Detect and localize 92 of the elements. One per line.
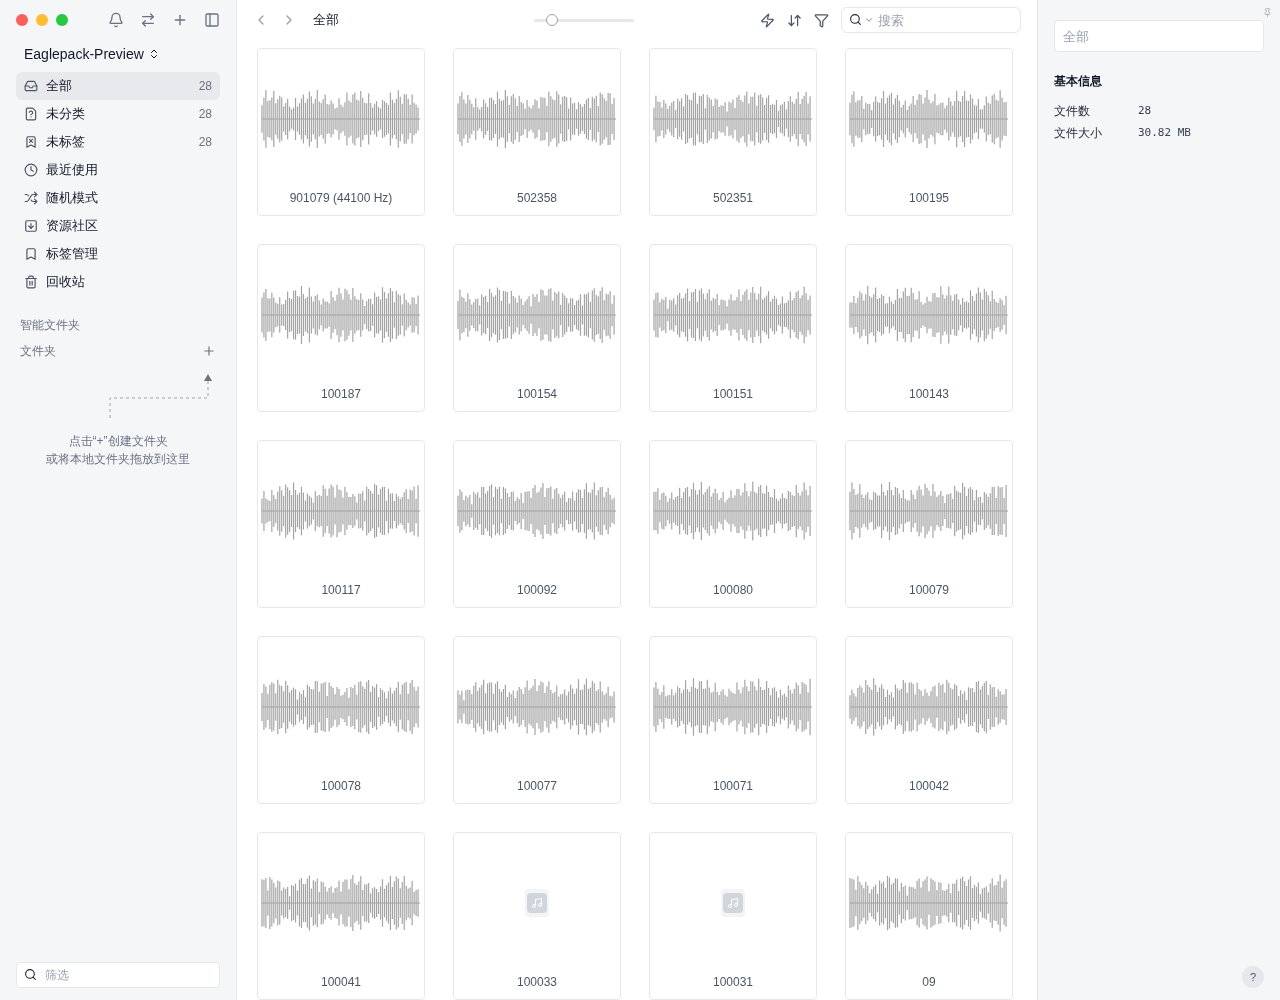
sort-icon[interactable] (787, 12, 802, 28)
info-label: 文件大小 (1054, 125, 1103, 142)
sidebar-item[interactable]: 未分类 28 (16, 100, 220, 128)
help-button[interactable]: ? (1242, 966, 1264, 988)
info-label: 文件数 (1054, 103, 1091, 120)
item-name: 09 (922, 974, 936, 991)
audio-item-card[interactable]: 100154 (453, 244, 621, 412)
bell-icon[interactable] (108, 12, 124, 28)
dashed-arrow-icon (108, 372, 212, 420)
item-name: 100154 (516, 386, 557, 403)
item-name: 100078 (320, 778, 361, 795)
sidebar-item[interactable]: 全部 28 (16, 72, 220, 100)
folder-hint-text: 或将本地文件夹拖放到这里 (46, 451, 190, 468)
audio-item-card[interactable]: 100195 (845, 48, 1013, 216)
shuffle-icon (24, 191, 38, 205)
folder-hint-text: 点击“+”创建文件夹 (68, 433, 168, 450)
pin-icon[interactable] (1263, 8, 1272, 17)
sidebar-item[interactable]: 回收站 (16, 268, 220, 296)
audio-item-card[interactable]: 502351 (649, 48, 817, 216)
item-name: 100195 (908, 190, 949, 207)
audio-item-card[interactable]: 100151 (649, 244, 817, 412)
audio-item-card[interactable]: 100071 (649, 636, 817, 804)
audio-item-card[interactable]: 100077 (453, 636, 621, 804)
item-name: 901079 (44100 Hz) (289, 190, 393, 207)
search-field[interactable]: 搜索 (841, 7, 1021, 33)
filter-field[interactable]: 筛选 (16, 962, 220, 988)
audio-item-card[interactable]: 100033 (453, 832, 621, 1000)
item-name: 100143 (908, 386, 949, 403)
minimize-window-icon[interactable] (36, 14, 48, 26)
item-count: 28 (198, 78, 212, 95)
add-folder-icon[interactable] (202, 344, 216, 358)
audio-item-card[interactable]: 100078 (257, 636, 425, 804)
item-name: 100151 (712, 386, 753, 403)
sidebar-item[interactable]: 最近使用 (16, 156, 220, 184)
search-icon (24, 968, 37, 981)
info-value: 30.82 MB (1138, 124, 1191, 141)
item-name: 100071 (712, 778, 753, 795)
item-name: 100041 (320, 974, 361, 991)
caret-icon (864, 15, 874, 25)
item-name: 100092 (516, 582, 557, 599)
section-heading: 基本信息 (1054, 73, 1103, 90)
item-name: 100187 (320, 386, 361, 403)
audio-item-card[interactable]: 100042 (845, 636, 1013, 804)
name-field[interactable]: 全部 (1054, 20, 1264, 52)
audio-item-card[interactable]: 100080 (649, 440, 817, 608)
library-switcher[interactable]: Eaglepack-Preview (16, 40, 168, 68)
item-name: 100031 (712, 974, 753, 991)
item-name: 100080 (712, 582, 753, 599)
audio-item-card[interactable]: 100041 (257, 832, 425, 1000)
section-heading[interactable]: 文件夹 (20, 342, 56, 360)
audio-item-card[interactable]: 100117 (257, 440, 425, 608)
info-value: 28 (1138, 102, 1152, 119)
audio-item-card[interactable]: 100092 (453, 440, 621, 608)
zoom-slider[interactable] (534, 14, 634, 26)
item-name: 100079 (908, 582, 949, 599)
audio-item-card[interactable]: 100187 (257, 244, 425, 412)
item-name: 502351 (712, 190, 753, 207)
trash-icon (24, 275, 38, 289)
audio-item-card[interactable]: 100031 (649, 832, 817, 1000)
item-count: 28 (198, 106, 212, 123)
search-icon (849, 13, 862, 26)
audio-item-card[interactable]: 100079 (845, 440, 1013, 608)
maximize-window-icon[interactable] (56, 14, 68, 26)
sidebar-toggle-icon[interactable] (204, 12, 220, 28)
bookmark-icon (24, 247, 38, 261)
swap-arrows-icon[interactable] (140, 12, 156, 28)
audio-item-card[interactable]: 09 (845, 832, 1013, 1000)
audio-item-card[interactable]: 901079 (44100 Hz) (257, 48, 425, 216)
audio-item-card[interactable]: 100143 (845, 244, 1013, 412)
sidebar-item[interactable]: 资源社区 (16, 212, 220, 240)
item-name: 100042 (908, 778, 949, 795)
item-name: 100033 (516, 974, 557, 991)
sidebar-item[interactable]: 随机模式 (16, 184, 220, 212)
filter-icon[interactable] (814, 12, 829, 28)
inbox-icon (24, 79, 38, 93)
item-name: 100117 (321, 582, 361, 599)
current-folder-title: 全部 (313, 11, 339, 30)
audio-item-card[interactable]: 502358 (453, 48, 621, 216)
download-box-icon (24, 219, 38, 233)
item-count: 28 (198, 134, 212, 151)
close-window-icon[interactable] (16, 14, 28, 26)
section-heading[interactable]: 智能文件夹 (16, 316, 84, 334)
clock-icon (24, 163, 38, 177)
add-icon[interactable] (172, 12, 188, 28)
music-file-icon (721, 889, 745, 917)
lightning-icon[interactable] (760, 12, 775, 28)
item-name: 100077 (516, 778, 557, 795)
item-name: 502358 (516, 190, 557, 207)
bookmark-x-icon (24, 135, 38, 149)
sidebar-item[interactable]: 标签管理 (16, 240, 220, 268)
music-file-icon (525, 889, 549, 917)
sidebar-item[interactable]: 未标签 28 (16, 128, 220, 156)
